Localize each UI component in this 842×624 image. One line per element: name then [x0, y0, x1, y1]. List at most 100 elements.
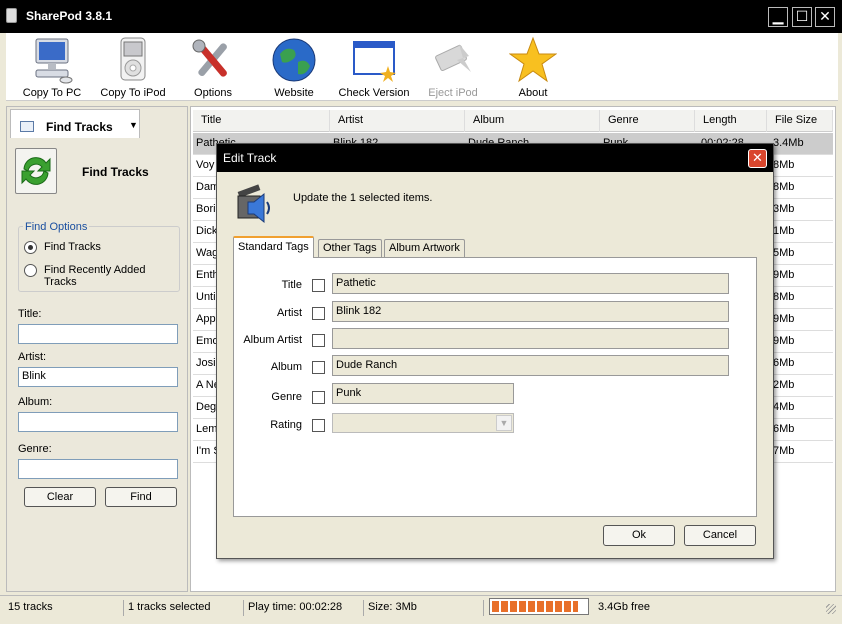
find-tracks-label: Find Tracks [82, 165, 149, 179]
tab-album-artwork[interactable]: Album Artwork [384, 239, 465, 258]
cell-size: 1Mb [773, 225, 795, 237]
eject-icon [429, 36, 477, 84]
status-bar: 15 tracks 1 tracks selected Play time: 0… [0, 595, 842, 619]
selected-count: 1 tracks selected [126, 600, 244, 616]
toolbar-label: Eject iPod [428, 87, 478, 99]
cell-size: 8Mb [773, 291, 795, 303]
column-header-artist[interactable]: Artist [330, 110, 465, 132]
album-artist-tag-label: Album Artist [243, 334, 302, 346]
title-tag-label: Title [281, 279, 302, 291]
copy-to-pc-button[interactable]: Copy To PC [12, 36, 92, 100]
copy-to-ipod-button[interactable]: Copy To iPod [93, 36, 173, 100]
globe-icon [270, 36, 318, 84]
dialog-title-bar: Edit Track ✕ [217, 144, 773, 172]
selection-size: Size: 3Mb [366, 600, 484, 616]
radio-button[interactable] [24, 241, 37, 254]
minimize-button[interactable]: ▁ [768, 7, 788, 27]
cell-title: Lem [196, 423, 218, 435]
artist-label: Artist: [18, 351, 47, 363]
cell-size: 9Mb [773, 313, 795, 325]
dialog-close-button[interactable]: ✕ [748, 149, 767, 168]
artist-tag-label: Artist [276, 307, 302, 319]
album-label: Album: [18, 396, 53, 408]
cell-size: 4Mb [773, 401, 795, 413]
close-button[interactable]: ✕ [815, 7, 835, 27]
ok-button[interactable]: Ok [603, 525, 675, 546]
chevron-down-icon[interactable]: ▼ [496, 415, 512, 431]
title-tag-input[interactable]: Pathetic [332, 273, 729, 294]
album-input[interactable] [18, 412, 178, 432]
genre-label: Genre: [18, 443, 52, 455]
cell-size: 9Mb [773, 269, 795, 281]
cell-title: App [196, 313, 216, 325]
cell-size: 6Mb [773, 357, 795, 369]
cell-size: 8Mb [773, 159, 795, 171]
cancel-button[interactable]: Cancel [684, 525, 756, 546]
tools-icon [189, 36, 237, 84]
storage-usage-fill [492, 601, 579, 612]
radio-find-recent[interactable]: Find Recently Added Tracks [24, 263, 179, 288]
artist-checkbox[interactable] [312, 307, 325, 320]
clear-button[interactable]: Clear [24, 487, 96, 507]
window-title: SharePod 3.8.1 [26, 9, 113, 23]
track-count: 15 tracks [6, 600, 124, 616]
toolbar-label: Check Version [338, 87, 410, 99]
genre-input[interactable] [18, 459, 178, 479]
star-icon [508, 36, 558, 84]
find-button[interactable]: Find [105, 487, 177, 507]
cell-size: 9Mb [773, 335, 795, 347]
computer-icon [28, 36, 76, 84]
website-button[interactable]: Website [254, 36, 334, 100]
title-checkbox[interactable] [312, 279, 325, 292]
title-input[interactable] [18, 324, 178, 344]
maximize-button[interactable]: ☐ [792, 7, 812, 27]
app-icon [6, 8, 17, 23]
cell-title: Voy [196, 159, 215, 171]
cell-size: 3Mb [773, 203, 795, 215]
toolbar: Copy To PC Copy To iPod Options Website … [6, 33, 838, 101]
toolbar-label: Copy To iPod [100, 87, 166, 99]
options-button[interactable]: Options [173, 36, 253, 100]
find-tracks-button[interactable] [15, 148, 57, 194]
cell-size: 3.4Mb [773, 137, 804, 149]
column-header-title[interactable]: Title [193, 110, 330, 132]
album-artist-checkbox[interactable] [312, 334, 325, 347]
radio-label: Find Recently Added Tracks [44, 264, 146, 288]
artist-input[interactable]: Blink [18, 367, 178, 387]
column-header-length[interactable]: Length [695, 110, 767, 132]
artist-tag-input[interactable]: Blink 182 [332, 301, 729, 322]
toolbar-label: Website [274, 87, 314, 99]
cell-size: 5Mb [773, 247, 795, 259]
title-bar: SharePod 3.8.1 ▁ ☐ ✕ [0, 0, 842, 33]
ipod-icon [109, 36, 157, 84]
cell-title: Dick [196, 225, 218, 237]
column-header-file-size[interactable]: File Size [767, 110, 833, 132]
column-header-album[interactable]: Album [465, 110, 600, 132]
radio-button[interactable] [24, 264, 37, 277]
album-tag-input[interactable]: Dude Ranch [332, 355, 729, 376]
genre-checkbox[interactable] [312, 391, 325, 404]
storage-usage-bar [489, 598, 589, 615]
find-options-group: Find Options Find Tracks Find Recently A… [18, 221, 180, 292]
free-space: 3.4Gb free [598, 601, 650, 613]
rating-tag-label: Rating [270, 419, 302, 431]
check-version-button[interactable]: Check Version [334, 36, 414, 100]
rating-select[interactable]: ▼ [332, 413, 514, 433]
resize-grip[interactable] [826, 604, 836, 614]
radio-find-tracks[interactable]: Find Tracks [24, 240, 179, 256]
eject-ipod-button[interactable]: Eject iPod [413, 36, 493, 100]
cell-size: 8Mb [773, 181, 795, 193]
tab-standard-tags[interactable]: Standard Tags [233, 236, 314, 258]
find-panel-tab[interactable]: Find Tracks ▼ [10, 109, 140, 139]
album-checkbox[interactable] [312, 361, 325, 374]
chevron-down-icon[interactable]: ▼ [129, 120, 138, 130]
cell-title: Unti [196, 291, 216, 303]
toolbar-label: About [518, 87, 548, 99]
album-artist-tag-input[interactable] [332, 328, 729, 349]
tab-other-tags[interactable]: Other Tags [318, 239, 382, 258]
genre-tag-input[interactable]: Punk [332, 383, 514, 404]
column-header-genre[interactable]: Genre [600, 110, 695, 132]
rating-checkbox[interactable] [312, 419, 325, 432]
about-button[interactable]: About [493, 36, 573, 100]
cell-title: Deg [196, 401, 217, 413]
